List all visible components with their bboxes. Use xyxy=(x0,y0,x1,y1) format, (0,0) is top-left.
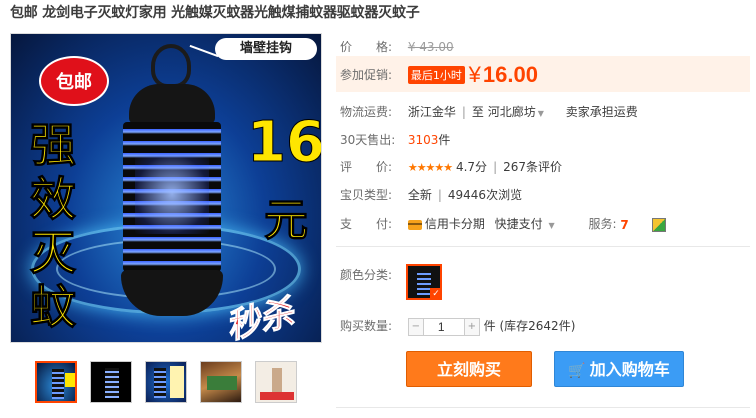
view-count: 49446次浏览 xyxy=(447,188,523,202)
divider xyxy=(336,246,750,247)
hook-callout: 墙壁挂钩 xyxy=(215,38,317,60)
lamp-glow xyxy=(135,154,209,234)
decrease-button[interactable]: − xyxy=(408,318,423,335)
rating-sep: | xyxy=(493,160,498,174)
sold-unit: 件 xyxy=(438,133,451,147)
payment-row: 支 付: 信用卡分期 快捷支付 ▼ 服务: 7 xyxy=(340,215,667,232)
product-title: 包邮 龙剑电子灭蚊灯家用 光触媒灭蚊器光触煤捕蚊器驱蚊器灭蚊子 xyxy=(10,5,420,21)
image-price-unit: 元 xyxy=(264,195,309,247)
chevron-down-icon: ▼ xyxy=(537,109,544,118)
credit-card-icon xyxy=(407,219,422,230)
thumbnail-5[interactable] xyxy=(255,361,297,403)
type-label: 宝贝类型: xyxy=(340,188,393,202)
pay-fast: 快捷支付 xyxy=(494,217,543,231)
rating-stars-icon: ★★★★★ xyxy=(407,161,453,174)
quantity-input[interactable] xyxy=(422,318,465,335)
promo-label: 参加促销: xyxy=(340,67,393,82)
thumbnail-1[interactable] xyxy=(35,361,77,403)
color-option[interactable]: ✓ xyxy=(406,264,442,300)
type-value: 全新 xyxy=(407,188,432,202)
swatch-image xyxy=(417,270,431,296)
sold-count: 3103 xyxy=(407,133,439,147)
stock-text: 件 (库存2642件) xyxy=(483,319,576,333)
price-row: 价 格: ¥ 43.00 xyxy=(340,38,454,55)
quantity-row: 购买数量: − + 件 (库存2642件) xyxy=(340,317,575,336)
thumbnail-4[interactable] xyxy=(200,361,242,403)
sold-label: 30天售出: xyxy=(340,133,396,147)
rating-row: 评 价: ★★★★★ 4.7分 | 267条评价 xyxy=(340,158,562,175)
promo-tag: 最后1小时 xyxy=(407,66,465,84)
guarantee-icon[interactable] xyxy=(652,217,667,232)
selected-check-icon: ✓ xyxy=(430,288,442,300)
promo-vertical-text: 强效灭蚊 xyxy=(30,118,77,335)
lamp-top xyxy=(129,84,215,124)
shipping-label: 物流运费: xyxy=(340,105,393,119)
bottom-divider xyxy=(336,407,750,408)
cart-icon: 🛒 xyxy=(568,363,586,379)
shipping-fee: 卖家承担运费 xyxy=(565,105,638,119)
type-sep: | xyxy=(437,188,442,202)
thumbnail-2[interactable] xyxy=(90,361,132,403)
increase-button[interactable]: + xyxy=(464,318,479,335)
thumbnail-strip xyxy=(35,361,297,403)
seven-day-return-icon[interactable]: 7 xyxy=(620,218,634,232)
shipping-destination-select[interactable]: 河北廊坊 ▼ xyxy=(488,105,544,119)
buy-now-button[interactable]: 立刻购买 xyxy=(406,351,532,387)
shipping-row: 物流运费: 浙江金华 | 至 河北廊坊 ▼ 卖家承担运费 xyxy=(340,103,638,120)
color-row: 颜色分类: xyxy=(340,266,404,283)
color-label: 颜色分类: xyxy=(340,268,393,282)
shipping-from: 浙江金华 xyxy=(407,105,456,119)
pay-credit: 信用卡分期 xyxy=(424,217,485,231)
original-price: ¥ 43.00 xyxy=(407,40,454,54)
shipping-to-word: 至 xyxy=(471,105,484,119)
price-label: 价 格: xyxy=(340,40,393,54)
rating-label: 评 价: xyxy=(340,160,393,174)
shipping-to: 河北廊坊 xyxy=(487,105,536,119)
thumbnail-3[interactable] xyxy=(145,361,187,403)
sold-row: 30天售出: 3103件 xyxy=(340,131,450,148)
rating-score: 4.7分 xyxy=(455,160,488,174)
rating-count-link[interactable]: 267条评价 xyxy=(503,160,562,174)
shipping-sep-bar: | xyxy=(461,105,466,119)
lamp-hook xyxy=(151,44,191,88)
promo-row: 参加促销: 最后1小时 ¥16.00 xyxy=(340,62,538,88)
pay-label: 支 付: xyxy=(340,217,393,231)
service-label: 服务: xyxy=(588,217,617,231)
image-price: 16 xyxy=(247,110,322,175)
promo-price-value: 16.00 xyxy=(482,62,538,87)
color-swatch[interactable]: ✓ xyxy=(406,264,442,300)
promo-price: ¥16.00 xyxy=(469,62,538,87)
currency-symbol: ¥ xyxy=(468,62,481,87)
main-product-image[interactable]: 墙壁挂钩 包邮 强效灭蚊 16 元 秒杀 xyxy=(10,33,322,343)
quantity-stepper: − + xyxy=(407,317,480,336)
free-shipping-badge: 包邮 xyxy=(39,56,109,106)
pay-dropdown-icon[interactable]: ▼ xyxy=(549,221,555,230)
type-row: 宝贝类型: 全新 | 49446次浏览 xyxy=(340,186,522,203)
qty-label: 购买数量: xyxy=(340,319,393,333)
add-to-cart-button[interactable]: 🛒 加入购物车 xyxy=(554,351,684,387)
add-to-cart-label: 加入购物车 xyxy=(589,360,670,379)
